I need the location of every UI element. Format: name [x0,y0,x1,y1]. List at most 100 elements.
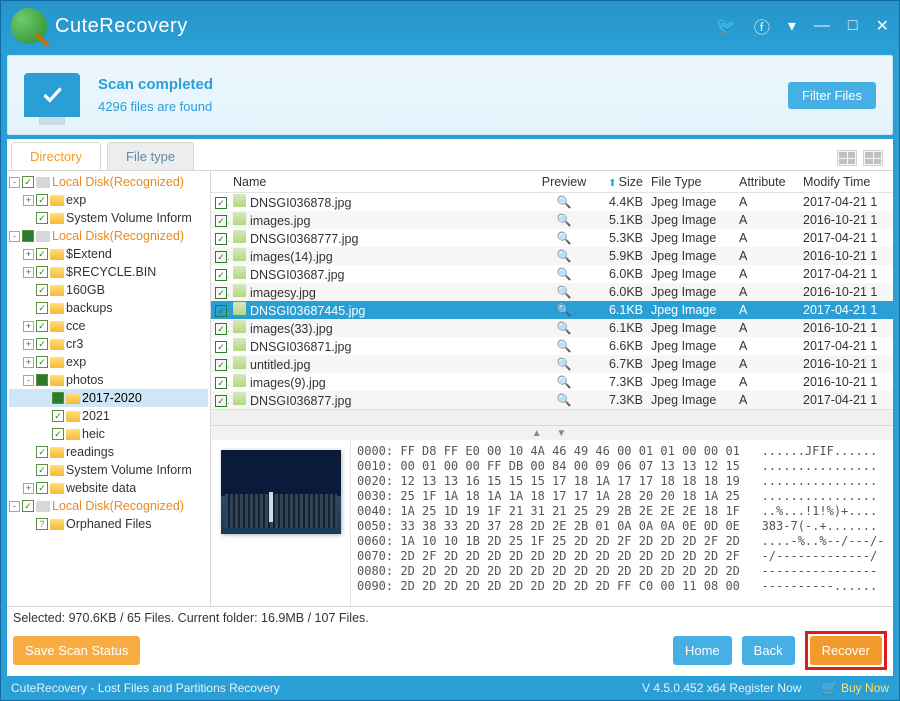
twitter-icon[interactable]: 🐦 [716,16,736,36]
checkbox[interactable]: ✓ [36,194,48,206]
expander-icon[interactable]: - [9,501,20,512]
tree-item[interactable]: 2017-2020 [9,389,208,407]
row-checkbox[interactable] [215,323,227,335]
table-row[interactable]: DNSGI036878.jpg🔍4.4KBJpeg ImageA2017-04-… [211,193,893,211]
tab-filetype[interactable]: File type [107,142,194,170]
row-checkbox[interactable] [215,395,227,407]
dropdown-icon[interactable]: ▾ [788,16,796,36]
row-checkbox[interactable] [215,269,227,281]
row-checkbox[interactable] [215,341,227,353]
directory-tree[interactable]: -✓Local Disk(Recognized) +✓exp ✓System Vol… [7,171,211,606]
expander-icon[interactable] [23,213,34,224]
col-preview[interactable]: Preview [535,175,593,189]
tree-item[interactable]: ✓heic [9,425,208,443]
preview-icon[interactable]: 🔍 [557,393,572,407]
preview-icon[interactable]: 🔍 [557,339,572,353]
tab-directory[interactable]: Directory [11,142,101,170]
preview-icon[interactable]: 🔍 [557,213,572,227]
tree-item[interactable]: +✓exp [9,353,208,371]
tree-item[interactable]: -Local Disk(Recognized) [9,227,208,245]
recover-button[interactable]: Recover [810,636,882,665]
checkbox[interactable]: ✓ [36,482,48,494]
checkbox[interactable]: ✓ [22,500,34,512]
row-checkbox[interactable] [215,215,227,227]
checkbox[interactable] [36,518,48,530]
checkbox[interactable]: ✓ [36,320,48,332]
checkbox[interactable]: ✓ [36,356,48,368]
expander-icon[interactable] [39,429,50,440]
table-row[interactable]: imagesy.jpg🔍6.0KBJpeg ImageA2016-10-21 1 [211,283,893,301]
tree-item[interactable]: ✓readings [9,443,208,461]
row-checkbox[interactable] [215,287,227,299]
expander-icon[interactable]: + [23,483,34,494]
table-row[interactable]: DNSGI03687.jpg🔍6.0KBJpeg ImageA2017-04-2… [211,265,893,283]
preview-icon[interactable]: 🔍 [557,285,572,299]
tree-item[interactable]: ✓2021 [9,407,208,425]
expander-icon[interactable]: - [23,375,34,386]
checkbox[interactable]: ✓ [36,446,48,458]
tree-item[interactable]: -✓Local Disk(Recognized) [9,497,208,515]
horizontal-scrollbar[interactable] [211,409,893,425]
tree-item[interactable]: -photos [9,371,208,389]
expander-icon[interactable] [23,465,34,476]
close-icon[interactable]: ✕ [876,16,889,36]
tree-item[interactable]: +✓$RECYCLE.BIN [9,263,208,281]
table-row[interactable]: DNSGI036871.jpg🔍6.6KBJpeg ImageA2017-04-… [211,337,893,355]
col-name[interactable]: Name [229,175,535,189]
col-attr[interactable]: Attribute [735,175,799,189]
preview-icon[interactable]: 🔍 [557,303,572,317]
expander-icon[interactable]: - [9,231,20,242]
view-list-icon[interactable] [863,150,883,166]
table-row[interactable]: images(9).jpg🔍7.3KBJpeg ImageA2016-10-21… [211,373,893,391]
expander-icon[interactable] [23,447,34,458]
expander-icon[interactable]: + [23,357,34,368]
filter-files-button[interactable]: Filter Files [788,82,876,109]
expander-icon[interactable] [23,303,34,314]
row-checkbox[interactable] [215,197,227,209]
version-text[interactable]: V 4.5.0.452 x64 Register Now [642,681,801,695]
tree-item[interactable]: ✓160GB [9,281,208,299]
checkbox[interactable] [52,392,64,404]
facebook-icon[interactable]: ⓕ [754,14,770,38]
tree-item[interactable]: +✓cce [9,317,208,335]
table-row[interactable]: images.jpg🔍5.1KBJpeg ImageA2016-10-21 1 [211,211,893,229]
table-row[interactable]: untitled.jpg🔍6.7KBJpeg ImageA2016-10-21 … [211,355,893,373]
checkbox[interactable]: ✓ [36,464,48,476]
col-modify[interactable]: Modify Time [799,175,893,189]
expander-icon[interactable] [23,519,34,530]
preview-icon[interactable]: 🔍 [557,231,572,245]
table-row[interactable]: images(33).jpg🔍6.1KBJpeg ImageA2016-10-2… [211,319,893,337]
checkbox[interactable]: ✓ [36,266,48,278]
col-size[interactable]: ⬆Size [593,175,647,189]
checkbox[interactable]: ✓ [52,410,64,422]
checkbox[interactable]: ✓ [36,284,48,296]
expander-icon[interactable] [39,393,50,404]
preview-icon[interactable]: 🔍 [557,357,572,371]
tree-item[interactable]: +✓website data [9,479,208,497]
preview-icon[interactable]: 🔍 [557,375,572,389]
expander-icon[interactable]: + [23,321,34,332]
row-checkbox[interactable] [215,359,227,371]
row-checkbox[interactable] [215,233,227,245]
buy-now-link[interactable]: 🛒 Buy Now [821,680,889,696]
tree-item[interactable]: -✓Local Disk(Recognized) [9,173,208,191]
minimize-icon[interactable]: — [814,17,830,35]
table-row[interactable]: DNSGI03687445.jpg🔍6.1KBJpeg ImageA2017-0… [211,301,893,319]
tree-item[interactable]: ✓System Volume Inform [9,209,208,227]
row-checkbox[interactable] [215,377,227,389]
expander-icon[interactable]: + [23,249,34,260]
expander-icon[interactable]: + [23,195,34,206]
table-row[interactable]: DNSGI036877.jpg🔍7.3KBJpeg ImageA2017-04-… [211,391,893,409]
checkbox[interactable]: ✓ [22,176,34,188]
home-button[interactable]: Home [673,636,732,665]
tree-item[interactable]: ✓System Volume Inform [9,461,208,479]
table-row[interactable]: DNSGI0368777.jpg🔍5.3KBJpeg ImageA2017-04… [211,229,893,247]
checkbox[interactable]: ✓ [36,338,48,350]
col-type[interactable]: File Type [647,175,735,189]
checkbox[interactable]: ✓ [36,302,48,314]
preview-icon[interactable]: 🔍 [557,195,572,209]
save-scan-status-button[interactable]: Save Scan Status [13,636,140,665]
tree-item[interactable]: +✓cr3 [9,335,208,353]
splitter-handle[interactable] [211,426,893,440]
table-row[interactable]: images(14).jpg🔍5.9KBJpeg ImageA2016-10-2… [211,247,893,265]
